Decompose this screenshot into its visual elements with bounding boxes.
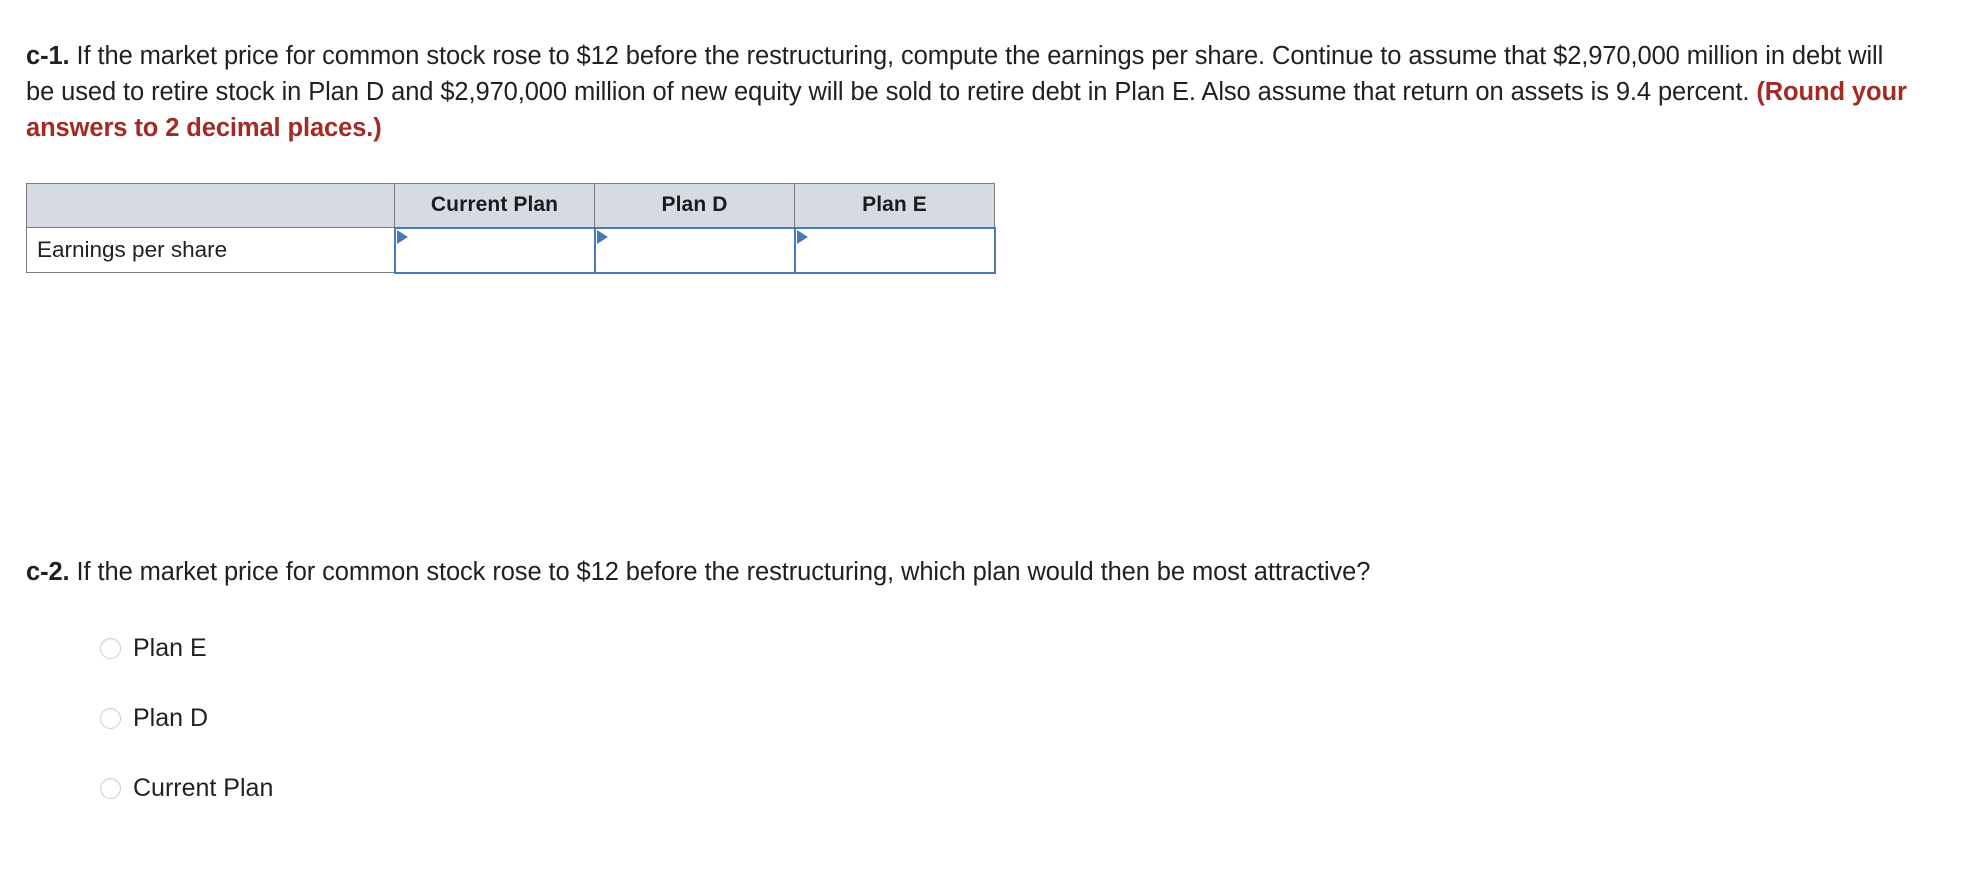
table-row: Earnings per share — [26, 226, 996, 274]
input-cell-plan-d[interactable] — [593, 226, 796, 274]
question-c1-body-text: If the market price for common stock ros… — [26, 41, 1884, 106]
option-current-plan-label: Current Plan — [133, 774, 274, 802]
earnings-per-share-table: Current Plan Plan D Plan E Earnings per … — [26, 183, 996, 274]
table-header-plan-d: Plan D — [594, 183, 795, 228]
option-plan-d[interactable]: Plan D — [100, 702, 273, 734]
question-c2-label: c-2. — [26, 557, 70, 586]
table-header-blank — [26, 183, 395, 228]
question-c1: c-1. If the market price for common stoc… — [26, 12, 1916, 171]
radio-button-icon[interactable] — [100, 637, 121, 659]
question-c2-text: c-2. If the market price for common stoc… — [26, 554, 1916, 590]
row-label-earnings-per-share: Earnings per share — [26, 227, 395, 273]
question-c2-spacer — [70, 558, 77, 586]
question-c2-body-text: If the market price for common stock ros… — [76, 557, 1371, 586]
option-current-plan[interactable]: Current Plan — [100, 772, 273, 804]
cell-flag-icon — [396, 229, 408, 244]
question-c1-text: c-1. If the market price for common stoc… — [26, 38, 1916, 146]
answer-options-group: Plan E Plan D Current Plan — [100, 632, 273, 804]
radio-button-icon[interactable] — [100, 777, 121, 799]
question-c1-body — [70, 42, 77, 70]
question-c1-label: c-1. — [26, 41, 70, 70]
table-header-plan-e: Plan E — [794, 183, 995, 228]
option-plan-d-label: Plan D — [133, 704, 209, 732]
cell-flag-icon — [596, 229, 608, 244]
table-header-current-plan: Current Plan — [394, 183, 595, 228]
radio-button-icon[interactable] — [100, 707, 121, 729]
input-cell-current-plan[interactable] — [393, 226, 596, 274]
option-plan-e[interactable]: Plan E — [100, 632, 273, 664]
question-c2: c-2. If the market price for common stoc… — [26, 528, 1916, 615]
option-plan-e-label: Plan E — [133, 634, 207, 662]
input-cell-plan-e[interactable] — [793, 226, 996, 274]
table-header-row: Current Plan Plan D Plan E — [26, 183, 995, 228]
cell-flag-icon — [796, 229, 808, 244]
